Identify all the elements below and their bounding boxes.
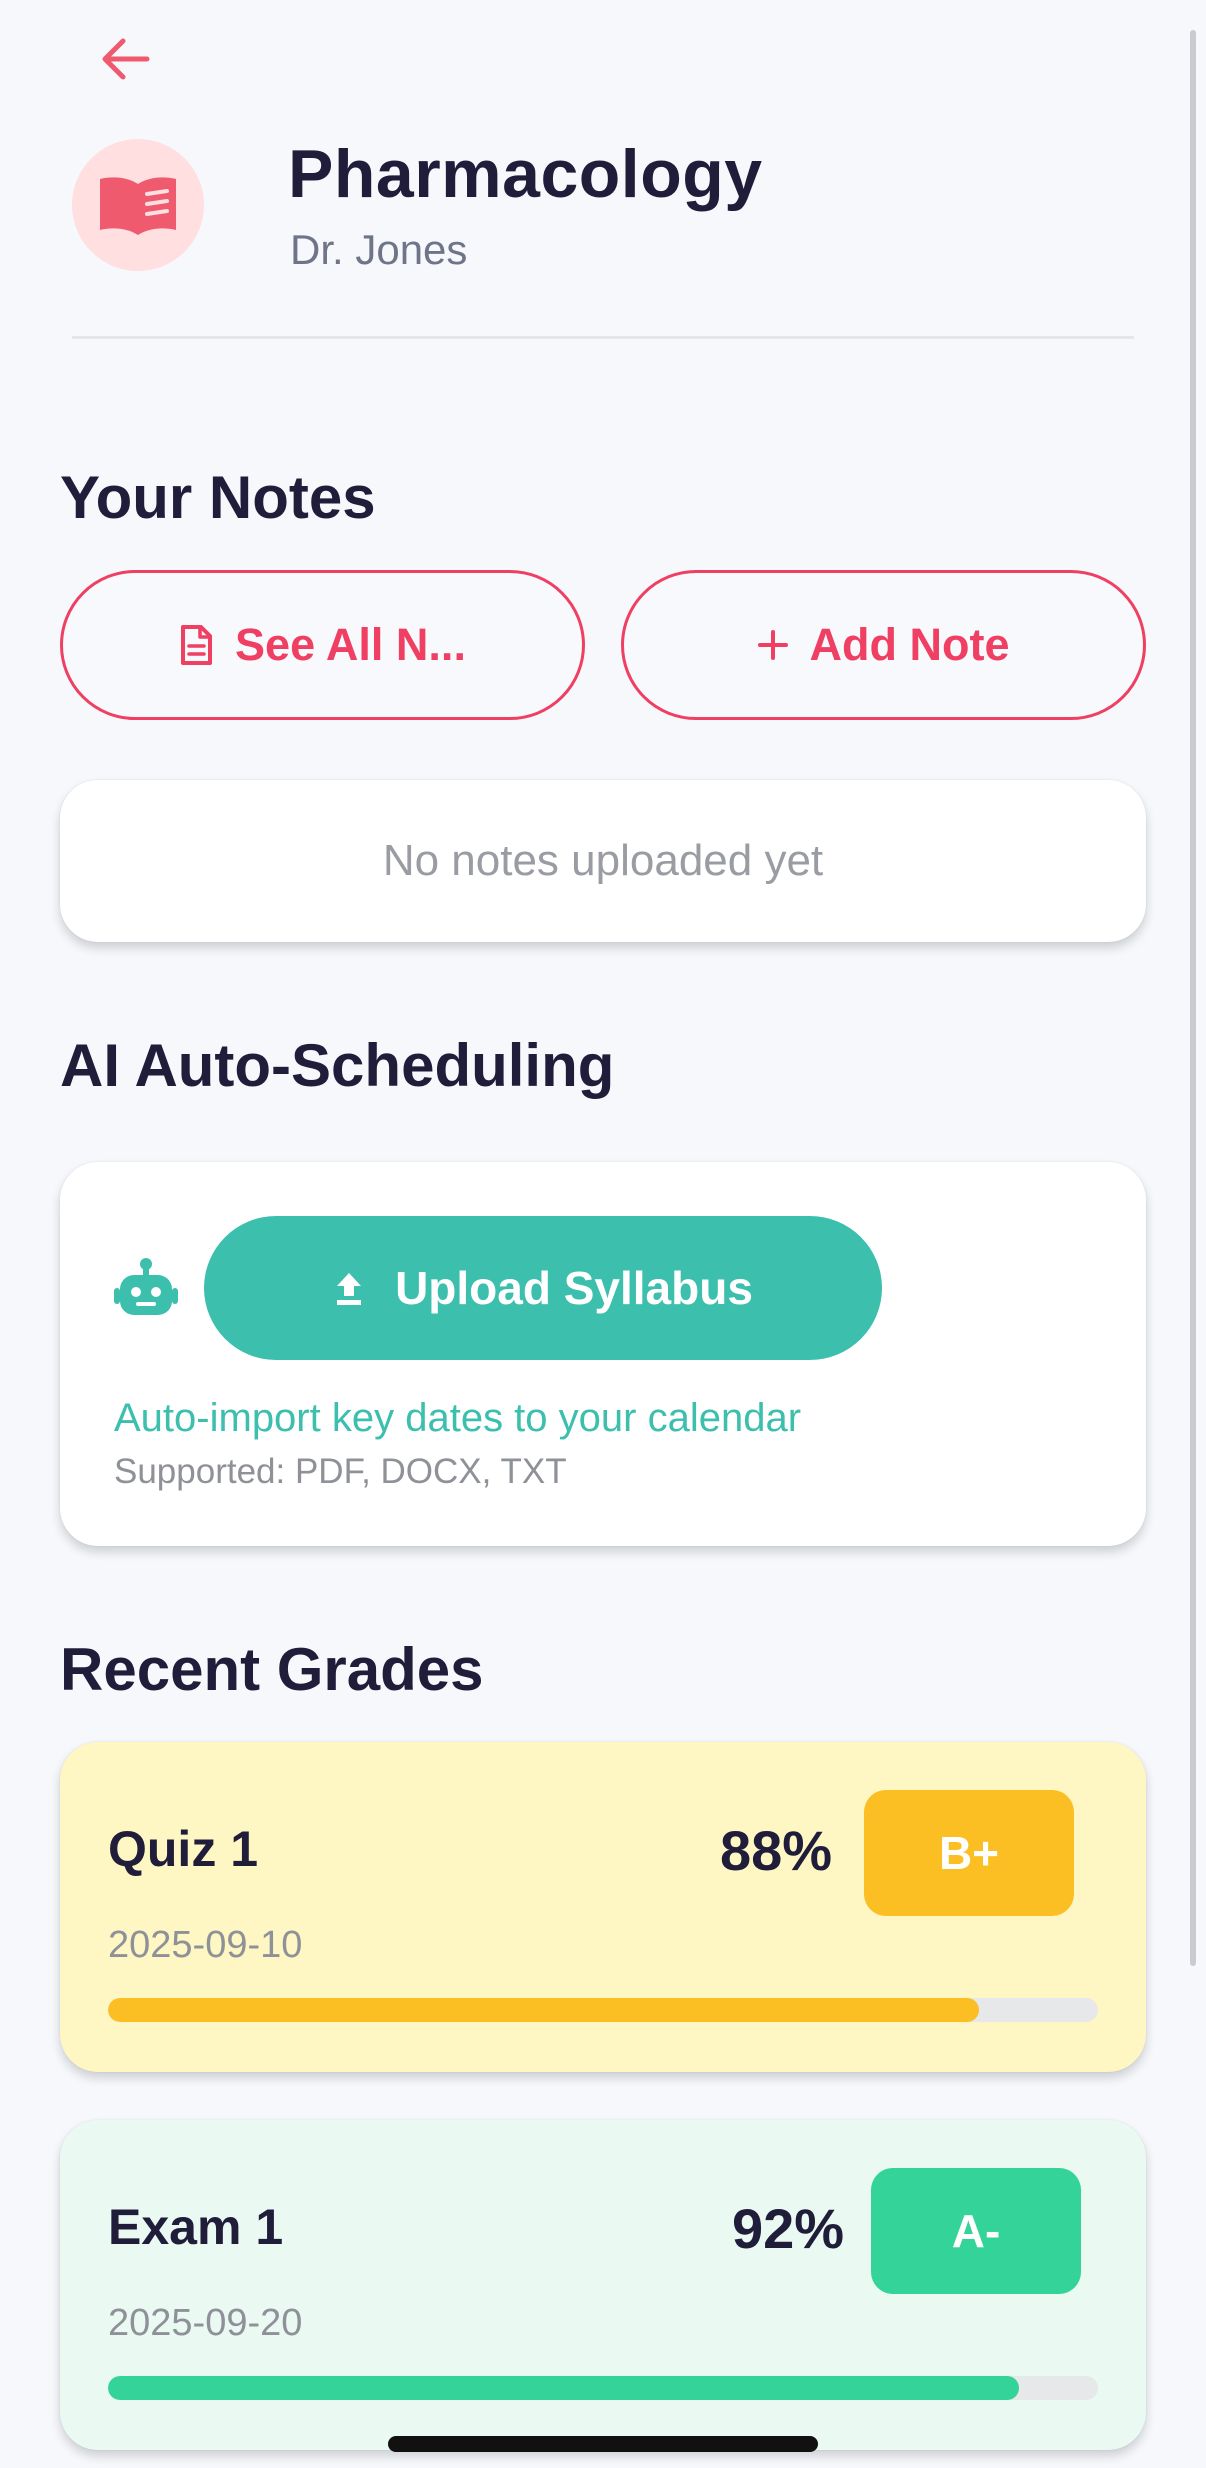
grade-name: Exam 1 (108, 2199, 284, 2255)
notes-empty-text: No notes uploaded yet (382, 836, 824, 885)
home-indicator (388, 2436, 818, 2452)
document-icon (181, 625, 213, 665)
notes-section-title: Your Notes (60, 464, 376, 531)
upload-icon (337, 1273, 362, 1305)
add-note-label: Add Note (809, 619, 1010, 670)
grade-letter-badge: A- (871, 2168, 1081, 2294)
scrollbar[interactable] (1190, 30, 1196, 1966)
header-divider (72, 336, 1134, 339)
grade-letter-badge: B+ (864, 1790, 1074, 1916)
grade-card[interactable]: Quiz 1 2025-09-10 88% B+ (60, 1742, 1146, 2072)
grade-name: Quiz 1 (108, 1821, 259, 1877)
grade-progress-fill (108, 2376, 1019, 2400)
grade-date: 2025-09-20 (108, 2302, 303, 2344)
upload-syllabus-label: Upload Syllabus (395, 1262, 753, 1314)
grade-date: 2025-09-10 (108, 1924, 303, 1966)
grade-percent: 88% (720, 1819, 833, 1882)
arrow-left-icon (102, 38, 150, 80)
upload-syllabus-button[interactable]: Upload Syllabus (204, 1216, 882, 1360)
grade-progress-track (108, 1998, 1098, 2022)
supported-formats: Supported: PDF, DOCX, TXT (114, 1452, 567, 1491)
back-button[interactable] (88, 22, 162, 96)
course-instructor: Dr. Jones (290, 226, 468, 273)
course-title: Pharmacology (288, 136, 763, 212)
grade-percent: 92% (732, 2197, 845, 2260)
course-detail-screen: Pharmacology Dr. Jones Your Notes See Al… (0, 0, 1206, 2468)
see-all-notes-button[interactable]: See All N... (60, 570, 585, 720)
ai-scheduling-card: Upload Syllabus Auto-import key dates to… (60, 1162, 1146, 1546)
grade-progress-fill (108, 1998, 980, 2022)
robot-icon (114, 1258, 178, 1321)
book-open-icon (100, 177, 176, 235)
auto-import-description: Auto-import key dates to your calendar (114, 1396, 802, 1440)
course-avatar (72, 139, 204, 271)
grades-section-title: Recent Grades (60, 1636, 484, 1703)
plus-icon (757, 630, 788, 660)
grade-card[interactable]: Exam 1 2025-09-20 92% A- (60, 2120, 1146, 2450)
see-all-notes-label: See All N... (235, 619, 466, 670)
add-note-button[interactable]: Add Note (621, 570, 1146, 720)
notes-empty-card: No notes uploaded yet (60, 780, 1146, 942)
ai-section-title: AI Auto-Scheduling (60, 1032, 615, 1099)
grade-progress-track (108, 2376, 1098, 2400)
